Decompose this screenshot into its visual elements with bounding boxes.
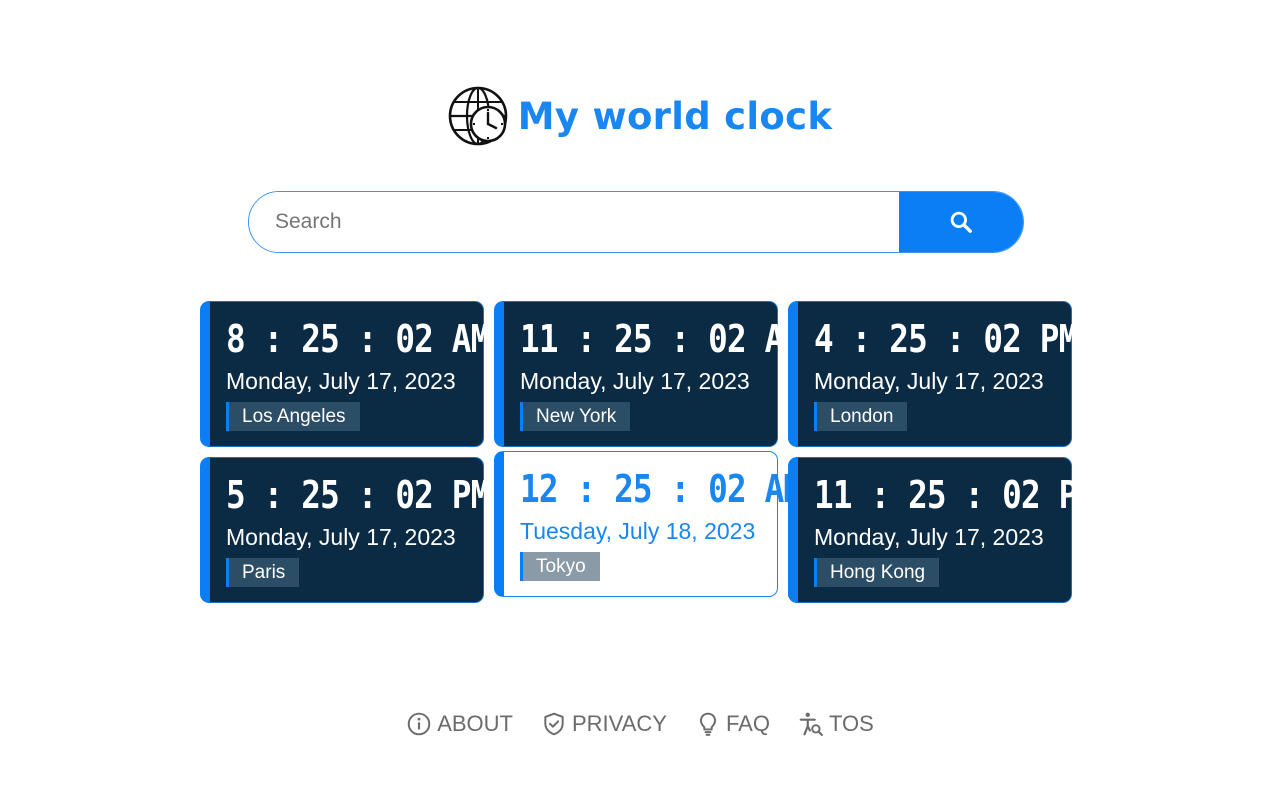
city-label: Tokyo bbox=[520, 552, 600, 581]
city-label: New York bbox=[520, 402, 631, 431]
clock-grid: 8 : 25 : 02 AM Monday, July 17, 2023 Los… bbox=[200, 301, 1097, 603]
header: My world clock bbox=[0, 86, 1280, 146]
city-label: London bbox=[814, 402, 908, 431]
city-label: Los Angeles bbox=[226, 402, 360, 431]
clock-date: Monday, July 17, 2023 bbox=[226, 524, 456, 550]
globe-clock-icon bbox=[448, 86, 508, 146]
clock-date: Monday, July 17, 2023 bbox=[814, 368, 1044, 394]
footer-link-tos[interactable]: TOS bbox=[798, 711, 874, 737]
clock-date: Monday, July 17, 2023 bbox=[520, 368, 750, 394]
clock-time: 11 : 25 : 02 AM bbox=[520, 317, 803, 361]
shield-check-icon bbox=[544, 712, 564, 736]
search-icon bbox=[950, 211, 972, 233]
footer-link-label: ABOUT bbox=[437, 711, 513, 736]
info-icon bbox=[407, 712, 431, 736]
footer-link-label: PRIVACY bbox=[572, 711, 667, 736]
app-root: My world clock 8 : 25 : 02 AM Monday, Ju… bbox=[0, 0, 1280, 800]
footer-nav: ABOUT PRIVACY FAQ TOS bbox=[0, 711, 1280, 737]
city-label: Hong Kong bbox=[814, 558, 940, 587]
app-title: My world clock bbox=[517, 94, 833, 138]
search-bar bbox=[248, 191, 1024, 253]
clock-card[interactable]: 11 : 25 : 02 PM Monday, July 17, 2023 Ho… bbox=[788, 457, 1097, 603]
search-input[interactable] bbox=[249, 192, 899, 252]
city-label: Paris bbox=[226, 558, 300, 587]
clock-time: 5 : 25 : 02 PM bbox=[226, 473, 490, 517]
search-button[interactable] bbox=[899, 192, 1023, 252]
clock-time: 12 : 25 : 02 AM bbox=[520, 467, 803, 511]
clock-card[interactable]: 8 : 25 : 02 AM Monday, July 17, 2023 Los… bbox=[200, 301, 490, 447]
clock-card[interactable]: 11 : 25 : 02 AM Monday, July 17, 2023 Ne… bbox=[494, 301, 803, 447]
clock-time: 8 : 25 : 02 AM bbox=[226, 317, 490, 361]
person-search-icon bbox=[799, 712, 823, 736]
clock-time: 11 : 25 : 02 PM bbox=[814, 473, 1097, 517]
footer-link-about[interactable]: ABOUT bbox=[406, 711, 513, 737]
footer-link-privacy[interactable]: PRIVACY bbox=[541, 711, 667, 737]
clock-date: Tuesday, July 18, 2023 bbox=[520, 518, 756, 544]
footer-link-label: FAQ bbox=[725, 711, 770, 736]
clock-card[interactable]: 5 : 25 : 02 PM Monday, July 17, 2023 Par… bbox=[200, 457, 490, 603]
clock-date: Monday, July 17, 2023 bbox=[814, 524, 1044, 550]
clock-card[interactable]: 4 : 25 : 02 PM Monday, July 17, 2023 Lon… bbox=[788, 301, 1078, 447]
clock-date: Monday, July 17, 2023 bbox=[226, 368, 456, 394]
clock-time: 4 : 25 : 02 PM bbox=[814, 317, 1078, 361]
clock-card-active[interactable]: 12 : 25 : 02 AM Tuesday, July 18, 2023 T… bbox=[494, 451, 803, 597]
footer-link-label: TOS bbox=[828, 711, 874, 736]
lightbulb-icon bbox=[699, 712, 716, 736]
footer-link-faq[interactable]: FAQ bbox=[695, 711, 770, 737]
